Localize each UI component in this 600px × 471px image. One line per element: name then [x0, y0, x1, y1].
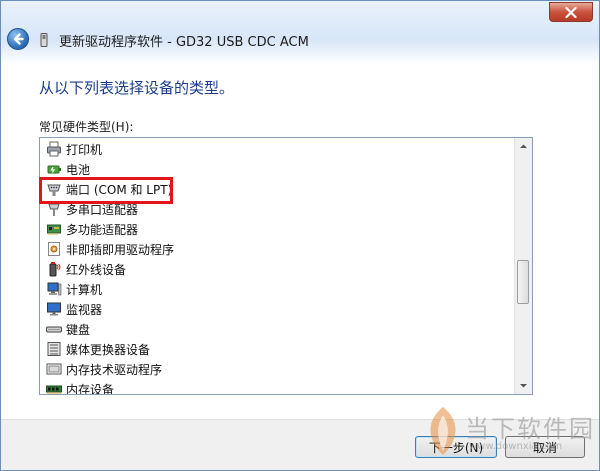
- list-item-media-changer[interactable]: 媒体更换器设备: [46, 339, 150, 359]
- list-item-label: 监视器: [66, 302, 103, 317]
- driver-update-window: 更新驱动程序软件 - GD32 USB CDC ACM 从以下列表选择设备的类型…: [0, 0, 600, 471]
- list-item-label: 媒体更换器设备: [66, 342, 151, 357]
- list-item-label: 内存设备: [66, 382, 115, 395]
- close-icon: [565, 7, 577, 18]
- list-item-label: 计算机: [66, 282, 103, 297]
- multifunction-adapter-icon: [47, 224, 61, 235]
- close-button[interactable]: [549, 2, 593, 22]
- list-item-keyboard[interactable]: 键盘: [46, 319, 90, 339]
- highlight-box: [39, 177, 173, 204]
- list-item-printer[interactable]: 打印机: [46, 139, 102, 159]
- hardware-type-list[interactable]: 打印机 电池 端口 (COM 和 LPT) 多串口适配器 多功能适配器 非即插即…: [39, 137, 533, 395]
- back-button[interactable]: [7, 28, 29, 50]
- list-item-battery[interactable]: 电池: [46, 159, 90, 179]
- keyboard-icon: [46, 326, 62, 333]
- title-bar: 更新驱动程序软件 - GD32 USB CDC ACM: [1, 1, 599, 65]
- battery-icon: [47, 165, 61, 174]
- list-item-label: 红外线设备: [66, 262, 127, 277]
- list-item-infrared[interactable]: 红外线设备: [46, 259, 126, 279]
- scroll-up-icon[interactable]: [517, 140, 530, 153]
- list-item-label: 打印机: [66, 142, 103, 157]
- list-item-label: 电池: [66, 162, 91, 177]
- memory-technology-driver-icon: [46, 363, 62, 375]
- infrared-device-icon: [49, 262, 61, 277]
- hardware-list-label: 常见硬件类型(H):: [39, 120, 134, 134]
- scrollbar-thumb[interactable]: [517, 260, 529, 304]
- list-item-monitor[interactable]: 监视器: [46, 299, 102, 319]
- list-item-label: 非即插即用驱动程序: [66, 242, 175, 257]
- list-item-memory-technology-driver[interactable]: 内存技术驱动程序: [46, 359, 162, 379]
- device-icon: [40, 33, 48, 47]
- page-heading: 从以下列表选择设备的类型。: [39, 79, 235, 97]
- list-item-multifunction-adapter[interactable]: 多功能适配器: [46, 219, 138, 239]
- memory-device-icon: [46, 385, 62, 394]
- list-item-label: 内存技术驱动程序: [66, 362, 163, 377]
- non-pnp-driver-icon: [48, 242, 60, 256]
- back-arrow-icon: [13, 33, 24, 45]
- list-item-label: 键盘: [66, 322, 91, 337]
- list-item-label: 多功能适配器: [66, 222, 139, 237]
- cancel-button[interactable]: 取消: [505, 436, 585, 458]
- list-item-memory-device[interactable]: 内存设备: [46, 379, 115, 395]
- scroll-down-icon[interactable]: [517, 379, 530, 392]
- window-title: 更新驱动程序软件 - GD32 USB CDC ACM: [59, 35, 309, 50]
- list-item-computer[interactable]: 计算机: [46, 279, 102, 299]
- computer-icon: [47, 282, 62, 296]
- next-button[interactable]: 下一步(N): [415, 436, 497, 458]
- list-item-non-pnp-drivers[interactable]: 非即插即用驱动程序: [46, 239, 174, 259]
- list-scrollbar[interactable]: [514, 138, 532, 394]
- media-changer-icon: [47, 342, 61, 356]
- monitor-icon: [47, 302, 61, 316]
- printer-icon: [47, 141, 61, 157]
